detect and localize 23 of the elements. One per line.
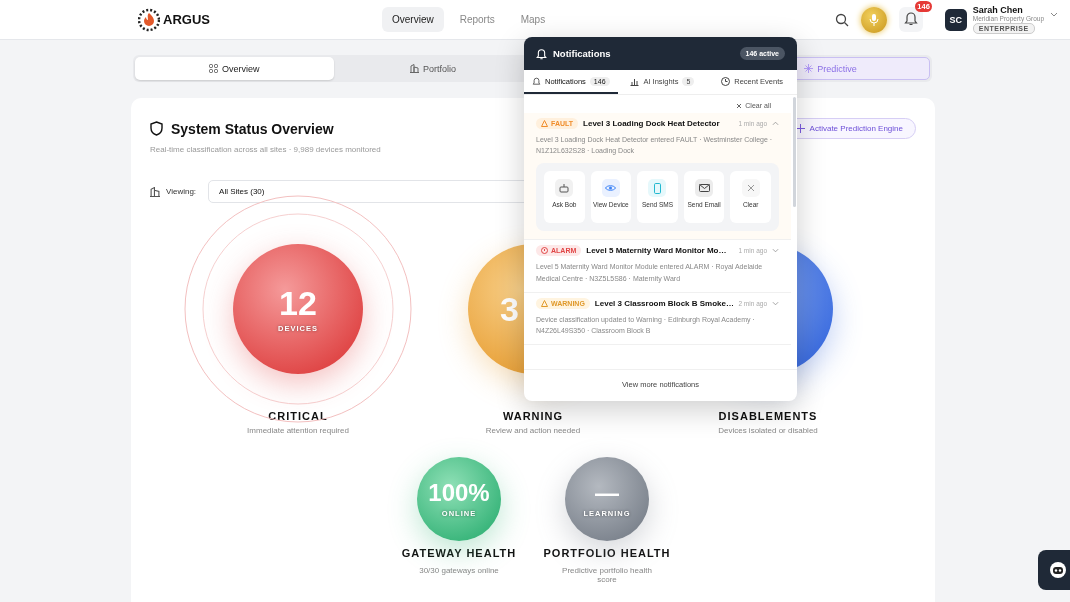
- brand-name: ARGUS: [163, 12, 210, 27]
- orb-value: —: [595, 480, 619, 505]
- section-title: System Status Overview: [171, 120, 334, 137]
- orb-value: 100%: [428, 480, 490, 505]
- orb-label: CRITICAL: [268, 410, 328, 422]
- notification-title: Level 3 Classroom Block B Smoke…: [594, 298, 734, 308]
- health-caption: 30/30 gateways online: [418, 566, 500, 575]
- notification-title: Level 3 Loading Dock Heat Detector: [583, 119, 721, 128]
- orb-value: 3: [500, 292, 519, 326]
- notification-title: Level 5 Maternity Ward Monitor Mo…: [586, 246, 728, 256]
- health-label: PORTFOLIO HEALTH: [543, 547, 671, 559]
- orb-label: WARNING: [502, 410, 564, 422]
- panel-title: Notifications: [553, 48, 611, 59]
- orb-label: DISABLEMENTS: [718, 410, 818, 422]
- orb-value: 12: [279, 285, 317, 320]
- user-name: Sarah Chen: [972, 5, 1023, 15]
- health-caption: Predictive portfolio health score: [561, 566, 653, 584]
- orb-caption: Review and action needed: [485, 426, 581, 435]
- health-label: GATEWAY HEALTH: [401, 547, 517, 559]
- orb-caption: Immediate attention required: [247, 426, 349, 435]
- section-subtitle: Real-time classification across all sites · 9,989 devices monitored: [150, 145, 381, 154]
- viewing-label: Viewing:: [166, 187, 197, 196]
- orb-caption: Devices isolated or disabled: [718, 426, 818, 435]
